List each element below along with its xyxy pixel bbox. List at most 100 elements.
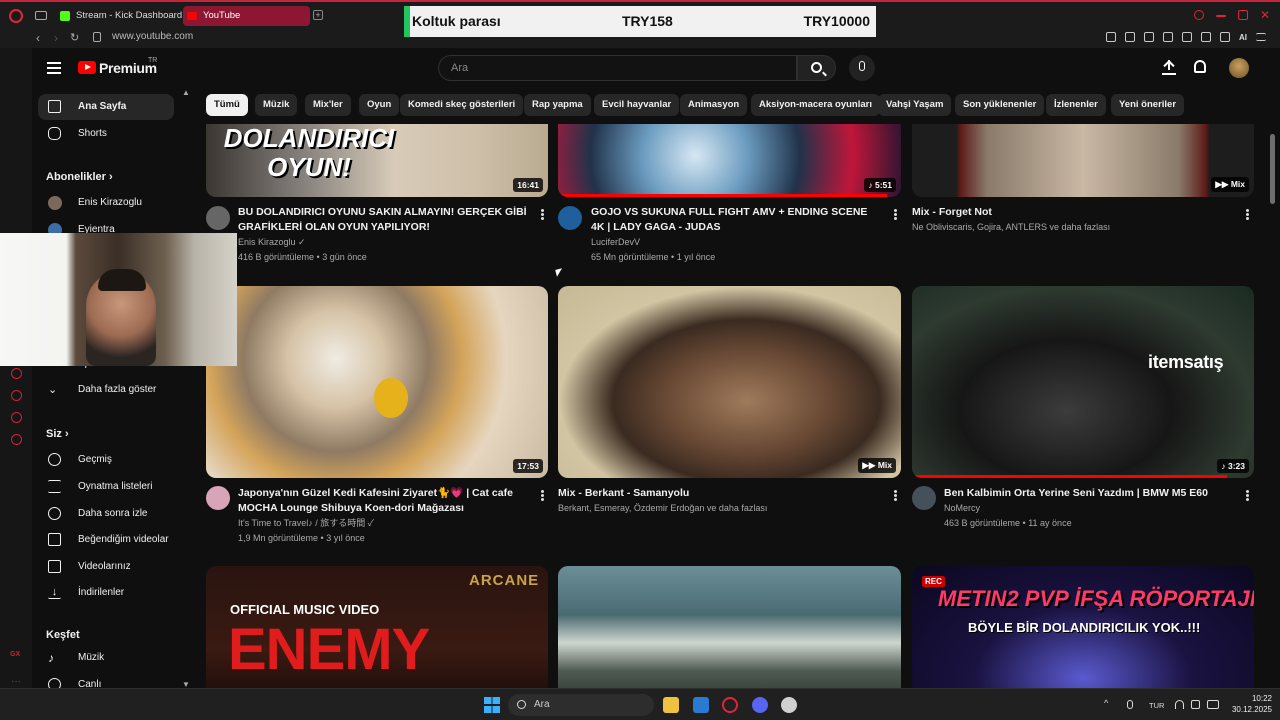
snapshot-icon[interactable]: [1125, 32, 1135, 42]
more-options-icon[interactable]: [541, 490, 544, 501]
opera-gx-icon[interactable]: [722, 697, 738, 713]
sidebar-history-icon[interactable]: [11, 390, 22, 401]
scroll-down-arrow-icon[interactable]: ▼: [182, 680, 190, 688]
file-explorer-icon[interactable]: [663, 697, 679, 713]
video-title[interactable]: Japonya'nın Güzel Kedi Kafesini Ziyaret🐈…: [238, 486, 528, 516]
video-channel[interactable]: NoMercy: [944, 501, 980, 515]
url-field[interactable]: www.youtube.com: [112, 31, 193, 42]
chip-8[interactable]: Aksiyon-macera oyunları: [751, 94, 880, 116]
video-channel[interactable]: Enis Kirazoglu ✓: [238, 235, 306, 249]
nav-your-videos[interactable]: Videolarınız: [38, 554, 174, 580]
channel-avatar[interactable]: [206, 486, 230, 510]
video-thumbnail[interactable]: REC METIN2 PVP İFŞA RÖPORTAJI BÖYLE BİR …: [912, 566, 1254, 688]
chip-0[interactable]: Tümü: [206, 94, 248, 116]
video-title[interactable]: Mix - Berkant - Samanyolu: [558, 486, 878, 501]
close-button[interactable]: ✕: [1260, 9, 1270, 21]
video-title[interactable]: GOJO VS SUKUNA FULL FIGHT AMV + ENDING S…: [591, 205, 881, 235]
discord-icon[interactable]: [752, 697, 768, 713]
chip-10[interactable]: Son yüklenenler: [955, 94, 1045, 116]
profile-icon[interactable]: [1220, 32, 1230, 42]
wifi-icon[interactable]: [1175, 700, 1184, 709]
windows-start-icon[interactable]: [484, 697, 500, 713]
menu-icon[interactable]: [1256, 33, 1266, 41]
gx-icon[interactable]: GX: [10, 651, 20, 658]
nav-watch-later[interactable]: Daha sonra izle: [38, 501, 174, 527]
nav-shorts[interactable]: Shorts: [38, 121, 174, 147]
video-thumbnail[interactable]: ♪ 3:23: [912, 286, 1254, 478]
chip-3[interactable]: Oyun: [359, 94, 400, 116]
nav-music[interactable]: ♪ Müzik: [38, 645, 174, 671]
volume-icon[interactable]: [1191, 700, 1200, 709]
video-channel[interactable]: Berkant, Esmeray, Özdemir Erdoğan ve dah…: [558, 501, 878, 515]
more-icon[interactable]: ···: [11, 676, 21, 687]
hamburger-menu-icon[interactable]: [47, 62, 61, 74]
upload-icon[interactable]: [1162, 60, 1176, 75]
sidebar-pinboard-icon[interactable]: [11, 412, 22, 423]
sidebar-player-icon[interactable]: [11, 368, 22, 379]
video-thumbnail[interactable]: [558, 566, 901, 688]
nav-downloads[interactable]: ↓ İndirilenler: [38, 580, 174, 606]
notifications-bell-icon[interactable]: [1194, 60, 1206, 73]
reload-icon[interactable]: ↻: [70, 31, 79, 44]
clock[interactable]: 10:22 30.12.2025: [1226, 693, 1272, 715]
new-tab-button[interactable]: +: [313, 10, 323, 20]
nav-liked-videos[interactable]: Beğendiğim videolar: [38, 527, 174, 553]
steam-icon[interactable]: [781, 697, 797, 713]
search-tabs-icon[interactable]: [1194, 10, 1204, 20]
video-thumbnail[interactable]: 17:53: [206, 286, 548, 478]
minimize-button[interactable]: [1216, 15, 1226, 17]
channel-avatar[interactable]: [206, 206, 230, 230]
more-options-icon[interactable]: [894, 209, 897, 220]
pin-icon[interactable]: [1106, 32, 1116, 42]
chip-2[interactable]: Mix'ler: [305, 94, 351, 116]
workspaces-icon[interactable]: [35, 11, 47, 20]
nav-history[interactable]: Geçmiş: [38, 447, 174, 473]
download-icon[interactable]: [1163, 32, 1173, 42]
taskbar-search[interactable]: Ara: [508, 694, 654, 716]
chip-4[interactable]: Komedi skeç gösterileri: [400, 94, 524, 116]
voice-search-button[interactable]: [849, 55, 875, 81]
video-title[interactable]: Ben Kalbimin Orta Yerine Seni Yazdım | B…: [944, 486, 1234, 501]
shield-icon[interactable]: [1144, 32, 1154, 42]
nav-live[interactable]: Canlı: [38, 672, 174, 688]
chip-9[interactable]: Vahşi Yaşam: [878, 94, 952, 116]
youtube-logo-icon[interactable]: [78, 61, 96, 74]
language-indicator[interactable]: TUR: [1149, 701, 1164, 710]
more-options-icon[interactable]: [1246, 209, 1249, 220]
subscriptions-heading[interactable]: Abonelikler ›: [46, 171, 113, 183]
microphone-icon[interactable]: [1127, 700, 1133, 709]
more-options-icon[interactable]: [894, 490, 897, 501]
ai-button[interactable]: AI: [1239, 33, 1247, 42]
search-input[interactable]: Ara: [438, 55, 797, 81]
page-scrollbar[interactable]: [1270, 134, 1275, 204]
chip-1[interactable]: Müzik: [255, 94, 298, 116]
tab-kick-dashboard[interactable]: Stream - Kick Dashboard: [56, 6, 182, 26]
lock-icon[interactable]: [93, 32, 101, 42]
video-channel[interactable]: It's Time to Travel♪ / 旅する時間 ✓: [238, 516, 374, 530]
chip-5[interactable]: Rap yapma: [524, 94, 591, 116]
nav-playlists[interactable]: Oynatma listeleri: [38, 474, 174, 500]
you-heading[interactable]: Siz ›: [46, 428, 69, 440]
chip-6[interactable]: Evcil hayvanlar: [594, 94, 680, 116]
nav-home[interactable]: Ana Sayfa: [38, 94, 174, 120]
video-channel[interactable]: Ne Obliviscaris, Gojira, ANTLERS ve daha…: [912, 220, 1232, 234]
play-icon[interactable]: [1182, 32, 1192, 42]
heart-icon[interactable]: [1201, 32, 1211, 42]
video-thumbnail[interactable]: ▶▶ Mix: [558, 286, 901, 478]
user-avatar[interactable]: [1229, 58, 1249, 78]
chip-12[interactable]: Yeni öneriler: [1111, 94, 1185, 116]
forward-button[interactable]: ›: [54, 31, 58, 45]
channel-avatar[interactable]: [558, 206, 582, 230]
chip-7[interactable]: Animasyon: [680, 94, 748, 116]
tab-youtube[interactable]: YouTube: [183, 6, 310, 26]
chip-11[interactable]: İzlenenler: [1046, 94, 1106, 116]
subscription-item[interactable]: Enis Kirazoglu: [38, 190, 174, 216]
channel-avatar[interactable]: [912, 486, 936, 510]
video-thumbnail[interactable]: DOLANDIRICI OYUN! 16:41: [206, 124, 548, 197]
scroll-up-arrow-icon[interactable]: ▲: [182, 88, 190, 97]
show-more-button[interactable]: ⌄ Daha fazla göster: [38, 377, 174, 403]
search-button[interactable]: [797, 55, 836, 81]
video-title[interactable]: Mix - Forget Not: [912, 205, 1232, 220]
more-options-icon[interactable]: [1246, 490, 1249, 501]
chevron-up-icon[interactable]: ^: [1104, 698, 1113, 708]
